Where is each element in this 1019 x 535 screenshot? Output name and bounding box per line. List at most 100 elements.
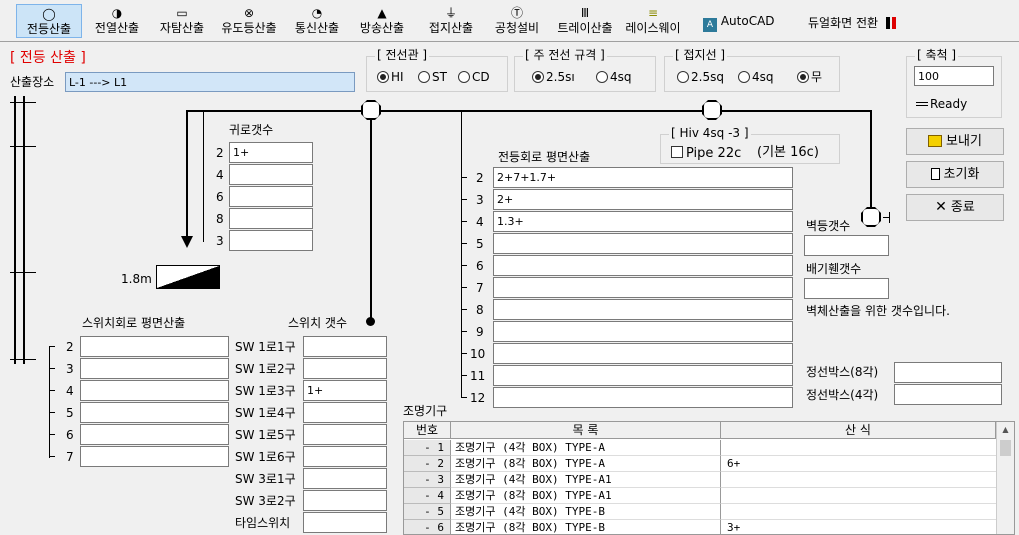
light-circuit-row-number: 6 — [476, 259, 484, 273]
tab-lighting[interactable]: ◯ 전등산출 — [16, 4, 82, 38]
fixture-name: 조명기구 (8각 BOX) TYPE-A — [451, 456, 721, 472]
tab-raceway[interactable]: ≡ 레이스웨이 — [620, 4, 686, 38]
fixture-calc[interactable]: 3+ — [721, 520, 996, 534]
light-circuit-field[interactable] — [493, 387, 793, 408]
scroll-up-icon[interactable]: ▲ — [997, 422, 1014, 438]
light-circuit-field[interactable] — [493, 277, 793, 298]
tab-broadcast[interactable]: ▲ 방송산출 — [355, 4, 409, 38]
fixture-calc[interactable] — [721, 440, 996, 456]
switch-circuit-field[interactable] — [80, 380, 229, 401]
switch-circuit-field[interactable] — [80, 446, 229, 467]
switch-circuit-field[interactable] — [80, 336, 229, 357]
fixture-calc[interactable] — [721, 472, 996, 488]
ground-wire-none[interactable]: 무 — [797, 70, 822, 84]
return-count-field[interactable] — [229, 186, 313, 207]
ground-wire-4sq[interactable]: 4sq — [738, 70, 774, 84]
junction-8-field[interactable] — [894, 362, 1002, 383]
lamp-table-scrollbar[interactable]: ▲ — [996, 422, 1014, 534]
light-circuit-row-number: 8 — [476, 303, 484, 317]
switch-circuit-field[interactable] — [80, 424, 229, 445]
tab-outlet[interactable]: ◑ 전열산출 — [88, 4, 146, 38]
switch-count-field[interactable] — [303, 468, 387, 489]
switch-count-field[interactable] — [303, 512, 387, 533]
wall-light-node — [861, 207, 881, 227]
send-button[interactable]: 보내기 — [906, 128, 1004, 155]
autocad-icon: A — [703, 18, 717, 32]
autocad-button[interactable]: A AutoCAD — [703, 14, 775, 32]
pipe-checkbox[interactable]: Pipe 22c — [671, 146, 741, 161]
switch-circuit-field[interactable] — [80, 402, 229, 423]
light-circuit-field[interactable] — [493, 299, 793, 320]
location-field[interactable]: L-1 ---> L1 — [65, 72, 355, 92]
exit-button[interactable]: ✕ 종료 — [906, 194, 1004, 221]
junction-4-label: 정선박스(4각) — [806, 388, 879, 402]
table-row[interactable]: - 1 조명기구 (4각 BOX) TYPE-A — [404, 440, 996, 456]
light-circuit-field[interactable]: 2+ — [493, 189, 793, 210]
height-label: 1.8m — [121, 272, 152, 286]
fixture-name: 조명기구 (8각 BOX) TYPE-B — [451, 520, 721, 534]
scale-input[interactable]: 100 — [914, 66, 994, 86]
switch-count-field[interactable] — [303, 490, 387, 511]
fixture-calc[interactable] — [721, 504, 996, 520]
dual-screen-button[interactable]: 듀얼화면 전환 — [808, 14, 896, 31]
light-circuit-field[interactable] — [493, 255, 793, 276]
exhaust-fan-field[interactable] — [804, 278, 889, 299]
fixture-calc[interactable]: 6+ — [721, 456, 996, 472]
main-wire-2-5sq[interactable]: 2.5sı — [532, 70, 575, 84]
light-circuit-field[interactable] — [493, 343, 793, 364]
tab-grounding[interactable]: ⏚ 접지산출 — [424, 4, 478, 38]
switch-count-field[interactable] — [303, 424, 387, 445]
section-title: [ 전등 산출 ] — [10, 50, 86, 66]
return-count-field[interactable] — [229, 208, 313, 229]
wire-type-st[interactable]: ST — [418, 70, 447, 84]
light-circuit-field[interactable]: 2+7+1.7+ — [493, 167, 793, 188]
tab-guide-light[interactable]: ⊗ 유도등산출 — [218, 4, 280, 38]
wall-note: 벽체산출을 위한 갯수입니다. — [806, 304, 950, 318]
tab-communication[interactable]: ◔ 통신산출 — [290, 4, 344, 38]
switch-type-label: SW 3로1구 — [235, 472, 296, 486]
light-circuit-field[interactable]: 1.3+ — [493, 211, 793, 232]
ground-wire-2-5sq[interactable]: 2.5sq — [677, 70, 724, 84]
return-count-field[interactable] — [229, 164, 313, 185]
main-wire-4sq[interactable]: 4sq — [596, 70, 632, 84]
switch-circuit-field[interactable] — [80, 358, 229, 379]
light-circuit-row-number: 3 — [476, 193, 484, 207]
switch-count-field[interactable]: 1+ — [303, 380, 387, 401]
wire-type-cd[interactable]: CD — [458, 70, 490, 84]
switch-count-field[interactable] — [303, 446, 387, 467]
switch-count-field[interactable] — [303, 402, 387, 423]
table-row[interactable]: - 4 조명기구 (8각 BOX) TYPE-A1 — [404, 488, 996, 504]
tab-tray[interactable]: Ⅲ 트레이산출 — [554, 4, 616, 38]
wire-type-hi[interactable]: HI — [377, 70, 404, 84]
table-row[interactable]: - 6 조명기구 (8각 BOX) TYPE-B 3+ — [404, 520, 996, 534]
switch-type-label: SW 1로1구 — [235, 340, 296, 354]
table-row[interactable]: - 2 조명기구 (8각 BOX) TYPE-A 6+ — [404, 456, 996, 472]
return-count-field[interactable]: 1+ — [229, 142, 313, 163]
return-count-field[interactable] — [229, 230, 313, 251]
switch-circuit-row-number: 4 — [66, 384, 74, 398]
row-number: - 6 — [404, 520, 451, 534]
tv-icon: Ⓣ — [510, 6, 523, 20]
tab-tv-antenna[interactable]: Ⓣ 공청설비 — [490, 4, 544, 38]
light-circuit-field[interactable] — [493, 233, 793, 254]
fixture-name: 조명기구 (8각 BOX) TYPE-A1 — [451, 488, 721, 504]
wall-light-field[interactable] — [804, 235, 889, 256]
row-number: - 4 — [404, 488, 451, 504]
tab-fire-detection[interactable]: ▭ 자탐산출 — [156, 4, 208, 38]
scroll-thumb[interactable] — [1000, 440, 1011, 456]
switch-count-field[interactable] — [303, 358, 387, 379]
light-circuit-title: 전등회로 평면산출 — [498, 150, 591, 164]
exhaust-fan-label: 배기휀갯수 — [806, 262, 862, 276]
table-row[interactable]: - 5 조명기구 (4각 BOX) TYPE-B — [404, 504, 996, 520]
junction-8-label: 정선박스(8각) — [806, 365, 879, 379]
light-circuit-field[interactable] — [493, 365, 793, 386]
junction-4-field[interactable] — [894, 384, 1002, 405]
switch-type-label: 타임스위치 — [235, 516, 291, 530]
light-circuit-field[interactable] — [493, 321, 793, 342]
table-row[interactable]: - 3 조명기구 (4각 BOX) TYPE-A1 — [404, 472, 996, 488]
switch-count-field[interactable] — [303, 336, 387, 357]
column-header-name: 목 록 — [451, 422, 721, 439]
tray-icon: Ⅲ — [580, 6, 590, 20]
fixture-calc[interactable] — [721, 488, 996, 504]
reset-button[interactable]: 초기화 — [906, 161, 1004, 188]
